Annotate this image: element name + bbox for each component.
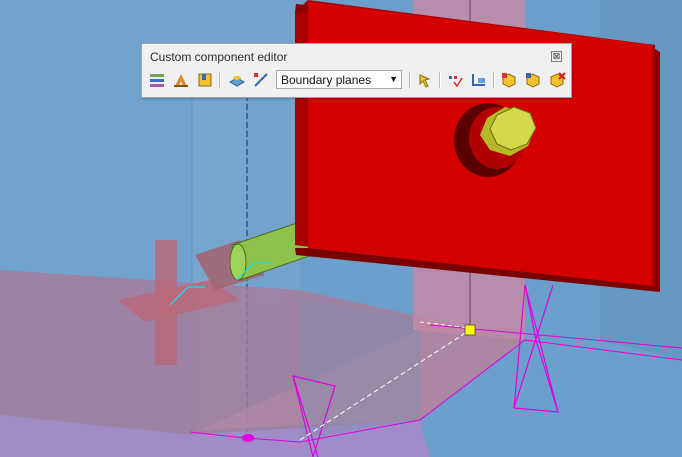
create-variable-icon[interactable] <box>171 70 191 90</box>
reference-point-icon[interactable] <box>445 70 465 90</box>
refresh-icon[interactable] <box>415 70 435 90</box>
view-plane-icon[interactable] <box>227 70 247 90</box>
toolbar-separator <box>493 72 495 88</box>
modify-component-icon[interactable] <box>523 70 543 90</box>
add-component-icon[interactable] <box>499 70 519 90</box>
component-browser-icon[interactable] <box>147 70 167 90</box>
toolbar-title: Custom component editor <box>150 50 288 64</box>
mode-select-value: Boundary planes <box>281 73 372 87</box>
toolbar-separator <box>219 72 221 88</box>
close-icon[interactable]: ⊠ <box>551 51 562 62</box>
save-component-icon[interactable] <box>195 70 215 90</box>
toolbar-row: Boundary planes ▼ <box>147 68 567 92</box>
snap-line-icon[interactable] <box>251 70 271 90</box>
floor-inner <box>300 300 420 440</box>
reference-axis-icon[interactable] <box>469 70 489 90</box>
toolbar-separator <box>439 72 441 88</box>
yellow-handle[interactable] <box>464 324 476 336</box>
mode-select[interactable]: Boundary planes ▼ <box>276 70 402 89</box>
chevron-down-icon[interactable]: ▼ <box>389 74 398 84</box>
rod-end <box>229 243 247 281</box>
custom-component-editor-toolbar[interactable]: Custom component editor ⊠ Boundary plane… <box>141 43 572 98</box>
delete-component-icon[interactable] <box>547 70 567 90</box>
magenta-handle[interactable] <box>242 434 254 442</box>
toolbar-separator <box>409 72 411 88</box>
